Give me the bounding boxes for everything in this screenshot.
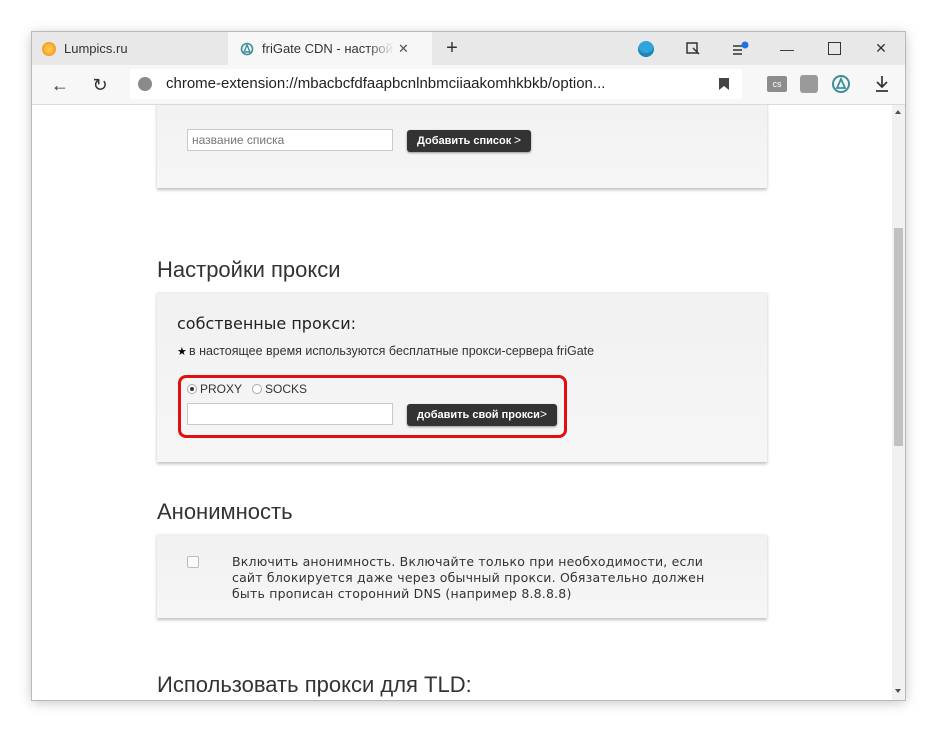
scroll-down-arrow-icon[interactable]: [895, 689, 901, 693]
cloud-icon[interactable]: [623, 32, 669, 65]
tab-title: friGate CDN - настройки: [262, 41, 394, 56]
vertical-scrollbar[interactable]: [892, 105, 905, 700]
anonymity-description: Включить анонимность. Включайте только п…: [232, 554, 705, 601]
toolbar: ← ↻ chrome-extension://mbacbcfdfaapbcnln…: [32, 65, 905, 105]
cs-icon[interactable]: cs: [766, 73, 788, 95]
menu-notification-icon[interactable]: [717, 32, 763, 65]
minimize-button[interactable]: —: [764, 32, 810, 65]
anonymity-heading: Анонимность: [157, 499, 293, 524]
puzzle-icon[interactable]: [798, 73, 820, 95]
orange-circle-icon: [42, 41, 56, 56]
download-icon[interactable]: [871, 73, 893, 95]
frigate-extension-icon[interactable]: [830, 73, 852, 95]
list-panel: Добавить список >: [157, 105, 767, 188]
pin-icon[interactable]: [670, 32, 716, 65]
new-tab-button[interactable]: +: [440, 36, 464, 60]
back-button[interactable]: ←: [47, 72, 73, 98]
anonymity-panel: Включить анонимность. Включайте только п…: [157, 534, 767, 618]
maximize-button[interactable]: [811, 32, 857, 65]
site-info-icon[interactable]: [138, 77, 152, 91]
maximize-icon: [827, 42, 841, 55]
browser-window: Lumpics.ru friGate CDN - настройки ✕ + —…: [32, 32, 905, 700]
page-content: Добавить список > Настройки прокси собст…: [32, 105, 892, 700]
tab-title: Lumpics.ru: [64, 41, 128, 56]
address-bar[interactable]: chrome-extension://mbacbcfdfaapbcnlnbmci…: [130, 69, 742, 99]
add-list-button-label: Добавить список: [417, 135, 512, 147]
star-icon: ★: [177, 346, 187, 358]
red-highlight-box: [178, 375, 567, 438]
reload-button[interactable]: ↻: [87, 72, 113, 98]
tab-frigate[interactable]: friGate CDN - настройки ✕: [228, 32, 432, 65]
tab-lumpics[interactable]: Lumpics.ru: [32, 32, 228, 65]
proxy-note: ★ в настоящее время используются бесплат…: [177, 344, 595, 358]
scroll-up-arrow-icon[interactable]: [895, 110, 901, 114]
tab-strip: Lumpics.ru friGate CDN - настройки ✕ + —…: [32, 32, 905, 65]
proxy-settings-heading: Настройки прокси: [157, 257, 341, 282]
scrollbar-thumb[interactable]: [894, 228, 903, 446]
tld-heading: Использовать прокси для TLD:: [157, 672, 472, 697]
list-name-input[interactable]: [187, 129, 393, 151]
bookmark-icon[interactable]: [718, 77, 730, 91]
own-proxy-subheading: собственные прокси:: [177, 314, 356, 333]
chevron-right-icon: >: [513, 133, 521, 147]
proxy-note-text: в настоящее время используются бесплатны…: [189, 344, 595, 358]
frigate-icon: [240, 42, 254, 55]
anonymity-checkbox[interactable]: [187, 556, 199, 568]
add-list-button[interactable]: Добавить список >: [407, 130, 531, 152]
close-tab-icon[interactable]: ✕: [398, 41, 409, 57]
close-window-button[interactable]: ✕: [858, 32, 904, 65]
url-text: chrome-extension://mbacbcfdfaapbcnlnbmci…: [166, 75, 606, 92]
